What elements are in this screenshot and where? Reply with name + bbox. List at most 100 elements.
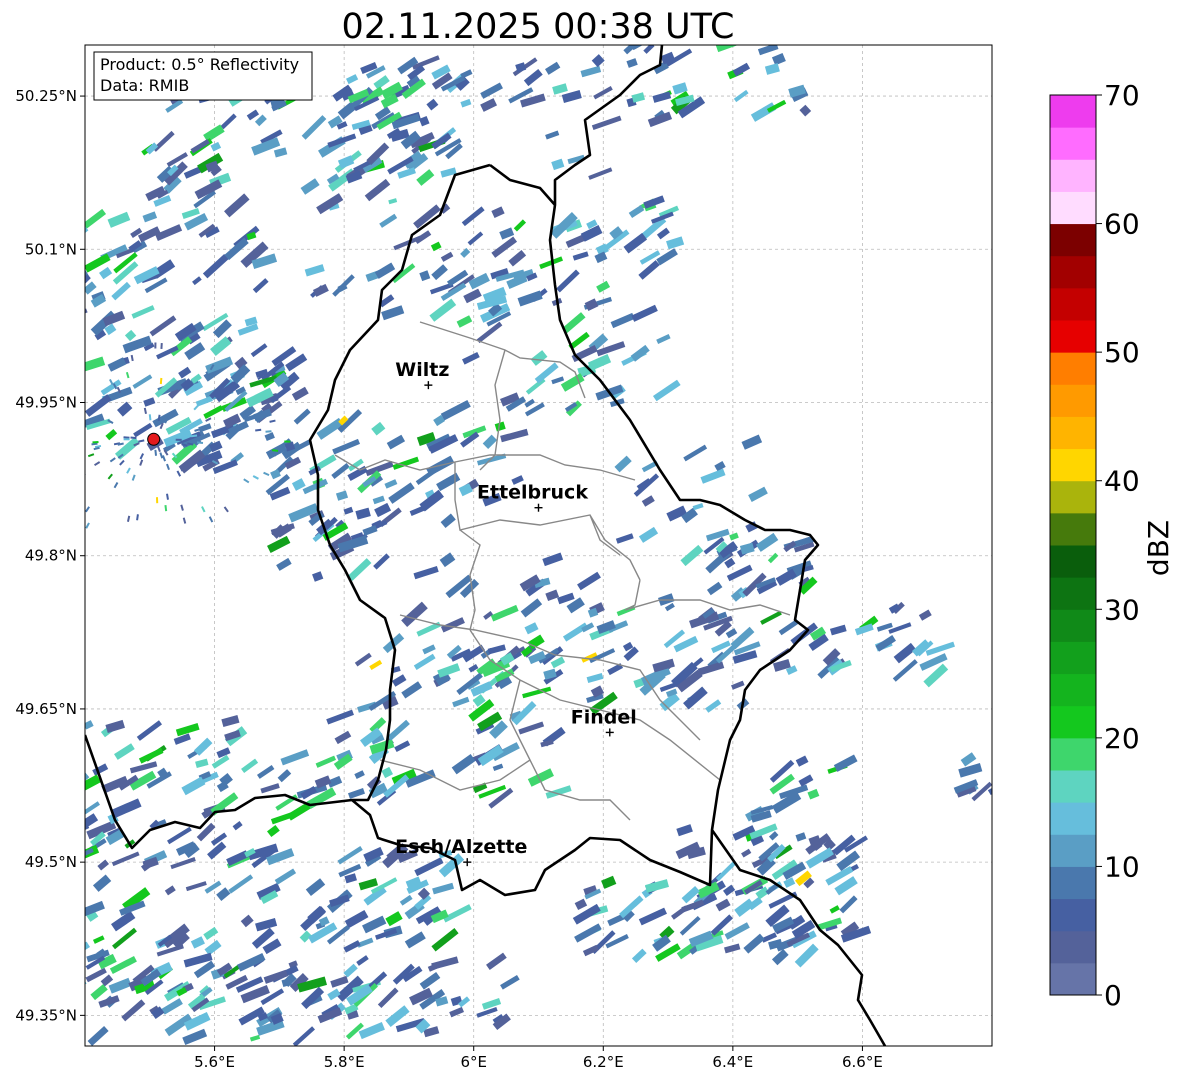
clutter-cell (77, 379, 82, 385)
echo-cell (12, 888, 24, 899)
echo-cell (34, 923, 54, 938)
colorbar-segment (1050, 577, 1096, 610)
clutter-cell (160, 342, 163, 350)
echo-cell (64, 814, 76, 826)
echo-cell (60, 800, 75, 814)
echo-cell (31, 755, 41, 763)
clutter-cell (175, 438, 182, 441)
colorbar-label: dBZ (1142, 520, 1175, 576)
colorbar-segment (1050, 384, 1096, 417)
colorbar-tick-label: 40 (1104, 465, 1140, 498)
colorbar-segment (1050, 448, 1096, 482)
echo-cell (44, 892, 65, 903)
colorbar-segment (1050, 223, 1096, 257)
colorbar-segment (1050, 898, 1096, 932)
clutter-cell (76, 385, 82, 391)
colorbar-segment (1050, 320, 1096, 353)
echo-cell (50, 269, 75, 289)
lat-tick-label: 49.8°N (25, 547, 77, 565)
colorbar-segment (1050, 609, 1096, 642)
lat-tick-label: 49.35°N (15, 1006, 77, 1024)
colorbar-segment (1050, 962, 1096, 996)
colorbar-segment (1050, 352, 1096, 385)
echo-cell (51, 205, 70, 220)
echo-cell (0, 989, 11, 1009)
colorbar-segment (1050, 191, 1096, 225)
echo-cell (70, 774, 84, 786)
lat-tick-label: 50.25°N (15, 87, 77, 105)
echo-cell (0, 954, 14, 968)
echo-cell (85, 979, 87, 995)
echo-cell (64, 752, 78, 761)
lon-tick-label: 6.6°E (842, 1053, 883, 1071)
city-label: Esch/Alzette (395, 836, 527, 858)
echo-cell (42, 895, 65, 908)
colorbar-tick-label: 30 (1104, 593, 1140, 626)
colorbar-segment (1050, 770, 1096, 803)
clutter-cell (284, 440, 291, 443)
colorbar-segment (1050, 930, 1096, 964)
colorbar-segment (1050, 802, 1096, 835)
clutter-cell (92, 440, 99, 444)
colorbar-segment (1050, 416, 1096, 450)
lon-tick-label: 6.4°E (712, 1053, 753, 1071)
lat-tick-label: 49.5°N (25, 853, 77, 871)
data-source-label: Data: RMIB (100, 76, 189, 95)
colorbar-tick-label: 70 (1104, 79, 1140, 112)
echo-cell (0, 751, 8, 763)
echo-cell (11, 771, 26, 785)
echo-cell (51, 825, 63, 837)
clutter-cell (22, 464, 28, 468)
echo-cell (0, 828, 22, 845)
clutter-cell (50, 499, 56, 504)
lon-tick-label: 6.2°E (583, 1053, 624, 1071)
clutter-cell (63, 425, 69, 428)
clutter-cell (155, 497, 159, 504)
clutter-cell (71, 457, 77, 461)
echo-cell (35, 844, 45, 852)
echo-cell (0, 811, 8, 825)
echo-cell (56, 764, 81, 779)
echo-cell (0, 946, 11, 965)
colorbar-segment (1050, 705, 1096, 739)
colorbar-segment (1050, 287, 1096, 321)
echo-cell (37, 797, 57, 815)
lat-tick-label: 50.1°N (25, 240, 77, 258)
echo-cell (56, 270, 75, 286)
map-title: 02.11.2025 00:38 UTC (342, 7, 735, 47)
echo-cell (43, 989, 59, 1002)
colorbar-segment (1050, 641, 1096, 675)
clutter-cell (65, 416, 71, 420)
lat-tick-label: 49.95°N (15, 394, 77, 412)
colorbar-tick-label: 10 (1104, 850, 1140, 883)
colorbar-tick-label: 60 (1104, 208, 1140, 241)
lat-tick-label: 49.65°N (15, 700, 77, 718)
radar-map-figure: 02.11.2025 00:38 UTC Wiltz Ettelbruck Find… (0, 7, 1175, 1071)
radar-site-layer (147, 432, 161, 446)
lon-tick-label: 6°E (460, 1053, 487, 1071)
echo-cell (0, 763, 6, 779)
echo-cell (0, 769, 7, 782)
lon-tick-label: 5.8°E (324, 1053, 365, 1071)
colorbar-tick-label: 20 (1104, 722, 1140, 755)
colorbar: 0 10 20 30 40 50 60 70 dBZ (1049, 79, 1175, 1012)
echo-cell (6, 856, 20, 869)
echo-cell (52, 760, 74, 777)
colorbar-segment (1050, 480, 1096, 514)
clutter-cell (192, 439, 200, 442)
echo-cell (0, 884, 12, 905)
colorbar-segment (1050, 95, 1096, 128)
city-label: Findel (571, 706, 637, 728)
echo-cell (53, 943, 81, 964)
echo-cell (0, 792, 24, 811)
echo-cell (85, 283, 86, 295)
colorbar-segment (1050, 866, 1096, 900)
clutter-cell (154, 342, 157, 349)
echo-cell (69, 769, 83, 781)
echo-cell (13, 771, 23, 780)
colorbar-segment (1050, 545, 1096, 578)
colorbar-segment (1050, 255, 1096, 289)
colorbar-segment (1050, 673, 1096, 707)
radar-site-marker (147, 432, 161, 446)
colorbar-segment (1050, 834, 1096, 867)
